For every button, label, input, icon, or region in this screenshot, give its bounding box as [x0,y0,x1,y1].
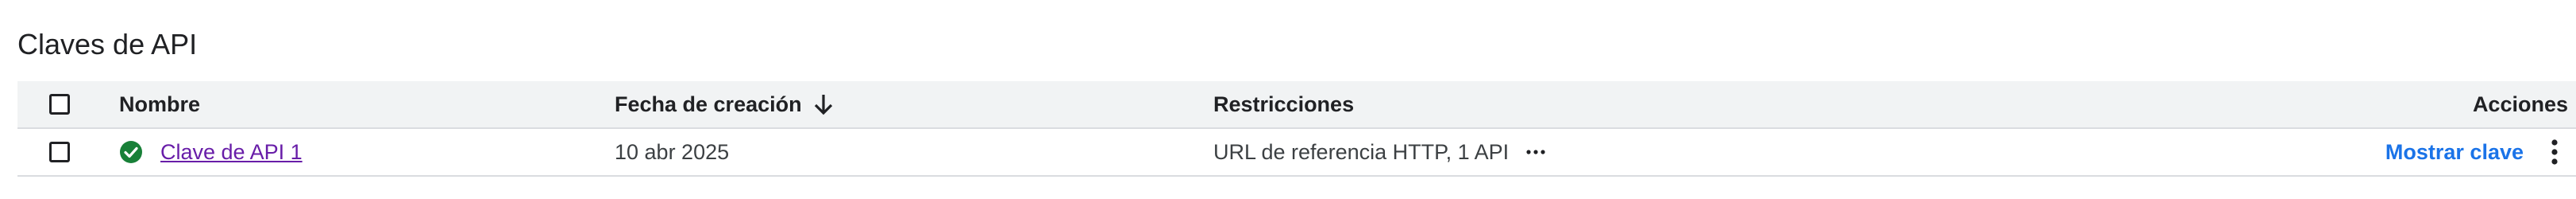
more-horiz-icon[interactable] [1526,148,1545,156]
api-key-name-link[interactable]: Clave de API 1 [160,140,303,165]
api-keys-table: Nombre Fecha de creación Restricciones A… [17,81,2576,177]
check-circle-icon [119,140,143,164]
show-key-button[interactable]: Mostrar clave [2385,140,2524,165]
header-name-cell: Nombre [119,81,200,127]
column-header-name: Nombre [119,92,201,116]
row-restrictions-cell: URL de referencia HTTP, 1 API [1213,129,1545,175]
column-header-actions: Acciones [2472,92,2568,116]
select-all-checkbox[interactable] [49,94,70,115]
more-vert-icon[interactable] [2551,139,2559,166]
row-name-cell: Clave de API 1 [119,129,303,175]
section-title: Claves de API [17,28,198,60]
column-header-created[interactable]: Fecha de creación [615,92,802,117]
header-checkbox-cell [49,81,70,127]
header-restrictions-cell: Restricciones [1213,81,1354,127]
created-date: 10 abr 2025 [615,139,730,164]
row-created-cell: 10 abr 2025 [615,129,729,175]
table-row: Clave de API 1 10 abr 2025 URL de refere… [17,129,2576,177]
row-actions-cell: Mostrar clave [2385,129,2568,175]
header-created-cell[interactable]: Fecha de creación [615,81,834,127]
api-keys-page: Claves de API Nombre Fecha de creación R… [0,0,2576,199]
restrictions-text: URL de referencia HTTP, 1 API [1213,139,1510,164]
row-checkbox-cell [49,129,70,175]
row-checkbox[interactable] [49,142,70,162]
arrow-down-icon[interactable] [813,92,834,116]
header-actions-cell: Acciones [2473,81,2568,127]
column-header-restrictions: Restricciones [1213,92,1355,116]
table-header-row: Nombre Fecha de creación Restricciones A… [17,81,2576,129]
